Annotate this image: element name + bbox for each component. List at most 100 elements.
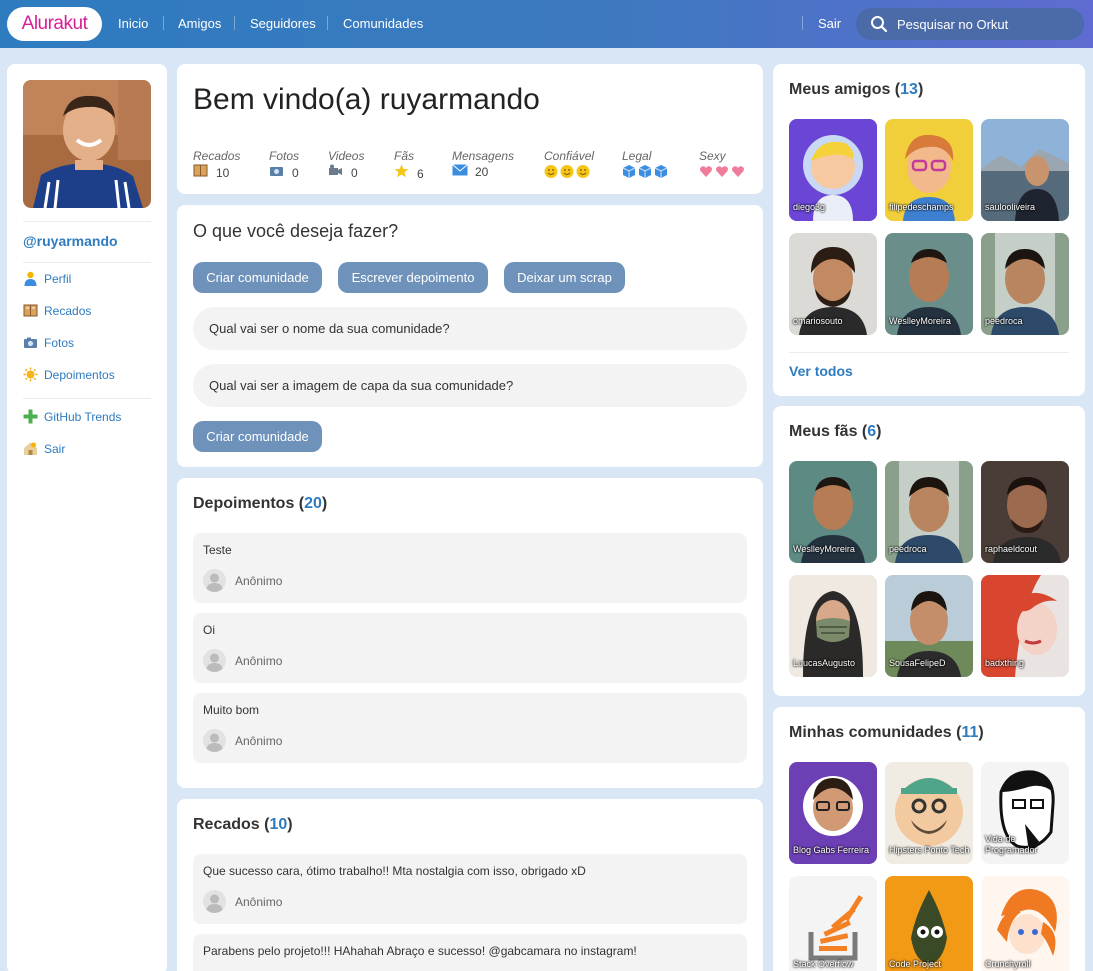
depoimentos-title: Depoimentos (20) bbox=[193, 495, 328, 512]
logout-link[interactable]: Sair bbox=[818, 16, 841, 31]
community-tile[interactable]: Hipsters Ponto Tech bbox=[885, 762, 973, 864]
stat-sexy: Sexy bbox=[699, 149, 744, 177]
fan-name: badxthing bbox=[985, 658, 1025, 668]
community-name-field[interactable]: Qual vai ser o nome da sua comunidade? bbox=[193, 307, 747, 350]
nav-amigos[interactable]: Amigos bbox=[178, 16, 221, 31]
recados-count[interactable]: 10 bbox=[269, 816, 287, 833]
plus-icon bbox=[23, 409, 38, 424]
fan-tile[interactable]: badxthing bbox=[981, 575, 1069, 677]
search-input[interactable]: Pesquisar no Orkut bbox=[856, 8, 1084, 40]
depoimentos-count[interactable]: 20 bbox=[304, 495, 322, 512]
depoimento-text: Muito bom bbox=[203, 703, 260, 717]
fan-tile[interactable]: WeslleyMoreira bbox=[789, 461, 877, 563]
criar-comunidade-tab-button[interactable]: Criar comunidade bbox=[193, 262, 322, 293]
ver-todos-link[interactable]: Ver todos bbox=[789, 363, 853, 379]
community-name: Code Project bbox=[889, 959, 942, 969]
deixar-scrap-button[interactable]: Deixar um scrap bbox=[504, 262, 625, 293]
user-icon bbox=[24, 271, 37, 286]
stat-value: 0 bbox=[351, 166, 358, 180]
sidebar-item-label: Fotos bbox=[44, 336, 75, 350]
rating-legal bbox=[622, 164, 670, 182]
depoimento-author: Anônimo bbox=[235, 574, 283, 588]
smiley-icon bbox=[544, 165, 558, 178]
profile-avatar[interactable] bbox=[23, 80, 151, 208]
friend-tile[interactable]: filipedeschamps bbox=[885, 119, 973, 221]
friend-name: WeslleyMoreira bbox=[889, 316, 951, 326]
friend-name: peedroca bbox=[985, 316, 1023, 326]
community-tile[interactable]: Blog Gabs Ferreira bbox=[789, 762, 877, 864]
recado-author: Anônimo bbox=[235, 895, 283, 909]
nav-comunidades[interactable]: Comunidades bbox=[343, 16, 423, 31]
fan-tile[interactable]: peedroca bbox=[885, 461, 973, 563]
stat-label: Recados bbox=[193, 149, 241, 163]
recado-text: Parabens pelo projeto!!! HAhahah Abraço … bbox=[203, 944, 637, 958]
friend-tile[interactable]: peedroca bbox=[981, 233, 1069, 335]
stat-label: Legal bbox=[622, 149, 652, 163]
section-title-text: Meus fãs bbox=[789, 423, 858, 440]
section-title-text: Minhas comunidades bbox=[789, 724, 952, 741]
search-placeholder: Pesquisar no Orkut bbox=[897, 17, 1009, 32]
friend-tile[interactable]: WeslleyMoreira bbox=[885, 233, 973, 335]
stat-recados: Recados 10 bbox=[193, 149, 241, 180]
community-tile[interactable]: Crunchyroll bbox=[981, 876, 1069, 971]
divider bbox=[23, 398, 151, 399]
stat-value: 6 bbox=[417, 167, 424, 181]
friends-count[interactable]: 13 bbox=[900, 81, 918, 98]
community-image-field[interactable]: Qual vai ser a imagem de capa da sua com… bbox=[193, 364, 747, 407]
nav-inicio[interactable]: Inicio bbox=[118, 16, 148, 31]
friend-name: filipedeschamps bbox=[889, 202, 954, 212]
profile-username[interactable]: @ruyarmando bbox=[23, 233, 118, 249]
depoimento-text: Oi bbox=[203, 623, 215, 637]
stat-videos: Videos 0 bbox=[328, 149, 365, 180]
star-icon bbox=[394, 164, 410, 181]
friends-title: Meus amigos (13) bbox=[789, 81, 924, 98]
fans-count[interactable]: 6 bbox=[867, 423, 876, 440]
stat-fotos: Fotos 0 bbox=[269, 149, 299, 180]
communities-count[interactable]: 11 bbox=[961, 724, 978, 741]
fan-name: LuucasAugusto bbox=[793, 658, 856, 668]
sidebar-item-label: GitHub Trends bbox=[44, 410, 122, 424]
depoimento-item: Oi Anônimo bbox=[193, 613, 747, 683]
escrever-depoimento-button[interactable]: Escrever depoimento bbox=[338, 262, 488, 293]
stat-label: Sexy bbox=[699, 149, 726, 163]
criar-comunidade-submit-button[interactable]: Criar comunidade bbox=[193, 421, 322, 452]
community-name: Stack Overflow bbox=[793, 959, 854, 969]
friend-tile[interactable]: omariosouto bbox=[789, 233, 877, 335]
fan-tile[interactable]: SousaFelipeD bbox=[885, 575, 973, 677]
top-bar: Alurakut Inicio Amigos Seguidores Comuni… bbox=[0, 0, 1093, 48]
friend-name: diego3g bbox=[793, 202, 826, 212]
nav-divider bbox=[802, 16, 803, 30]
stat-confiavel: Confiável bbox=[544, 149, 594, 178]
friend-tile[interactable]: diego3g bbox=[789, 119, 877, 221]
stat-label: Videos bbox=[328, 149, 365, 163]
stat-label: Fãs bbox=[394, 149, 415, 163]
fan-name: raphaeldcout bbox=[985, 544, 1038, 554]
community-name: Crunchyroll bbox=[985, 959, 1031, 969]
depoimento-author: Anônimo bbox=[235, 734, 283, 748]
friend-tile[interactable]: saulooliveira bbox=[981, 119, 1069, 221]
recado-item: Parabens pelo projeto!!! HAhahah Abraço … bbox=[193, 934, 747, 971]
sun-icon bbox=[23, 367, 38, 382]
depoimento-text: Teste bbox=[203, 543, 232, 557]
camera-icon bbox=[24, 337, 37, 348]
actions-title: O que você deseja fazer? bbox=[193, 221, 399, 241]
community-tile[interactable]: Stack Overflow bbox=[789, 876, 877, 971]
anonymous-avatar bbox=[203, 649, 226, 672]
friend-name: saulooliveira bbox=[985, 202, 1036, 212]
search-icon bbox=[871, 16, 888, 33]
fan-tile[interactable]: LuucasAugusto bbox=[789, 575, 877, 677]
depoimento-author: Anônimo bbox=[235, 654, 283, 668]
alurakut-logo[interactable]: Alurakut bbox=[7, 7, 102, 41]
nav-divider bbox=[327, 16, 328, 30]
book-icon bbox=[23, 304, 38, 317]
sidebar-item-label: Perfil bbox=[44, 272, 72, 286]
nav-divider bbox=[234, 16, 235, 30]
fan-tile[interactable]: raphaeldcout bbox=[981, 461, 1069, 563]
nav-seguidores[interactable]: Seguidores bbox=[250, 16, 316, 31]
fan-name: peedroca bbox=[889, 544, 927, 554]
community-name: Vida de Programador bbox=[985, 834, 1038, 855]
heart-icon bbox=[700, 166, 712, 177]
community-tile[interactable]: Code Project bbox=[885, 876, 973, 971]
community-tile[interactable]: Vida de Programador bbox=[981, 762, 1069, 864]
rating-confiavel bbox=[544, 164, 592, 182]
